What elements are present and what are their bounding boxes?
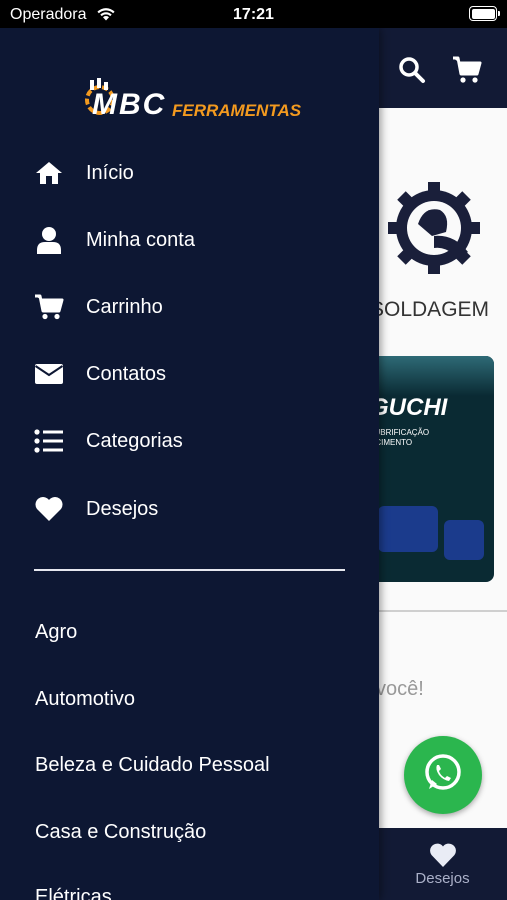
category-item-beleza[interactable]: Beleza e Cuidado Pessoal: [35, 754, 270, 777]
menu-item-label: Início: [86, 161, 134, 184]
menu-item-contatos[interactable]: Contatos: [0, 346, 379, 402]
menu-item-minha-conta[interactable]: Minha conta: [0, 212, 379, 268]
menu-divider: [34, 569, 345, 571]
category-item-casa-construcao[interactable]: Casa e Construção: [35, 821, 206, 844]
envelope-icon: [34, 359, 64, 389]
welding-gear-icon[interactable]: [384, 178, 484, 283]
search-icon[interactable]: [398, 56, 426, 89]
menu-item-label: Minha conta: [86, 228, 195, 251]
heart-icon: [34, 494, 64, 524]
banner-brand: GUCHI: [370, 394, 448, 421]
menu-item-desejos[interactable]: Desejos: [0, 481, 379, 537]
list-icon: [34, 426, 64, 456]
cart-icon: [34, 292, 64, 322]
bottom-tab-heart-icon[interactable]: [378, 842, 507, 873]
section-heading-partial: você!: [376, 678, 424, 700]
battery-icon: [469, 6, 500, 21]
whatsapp-button[interactable]: [404, 736, 482, 814]
product-machine-2: [444, 520, 484, 560]
content-divider: [378, 610, 507, 612]
menu-item-categorias[interactable]: Categorias: [0, 413, 379, 469]
user-icon: [34, 225, 64, 255]
status-bar: Operadora 17:21: [0, 0, 507, 28]
home-icon: [34, 158, 64, 188]
whatsapp-icon: [421, 751, 465, 800]
menu-item-carrinho[interactable]: Carrinho: [0, 279, 379, 335]
header-cart-icon[interactable]: [452, 56, 482, 89]
bottom-tab-desejos-label[interactable]: Desejos: [378, 870, 507, 887]
menu-item-inicio[interactable]: Início: [0, 145, 379, 201]
logo-mbc-text: MBC: [92, 88, 167, 121]
category-item-agro[interactable]: Agro: [35, 621, 77, 644]
menu-item-label: Desejos: [86, 497, 159, 520]
menu-item-label: Categorias: [86, 429, 183, 452]
category-item-automotivo[interactable]: Automotivo: [35, 688, 135, 711]
mbc-logo: MBC FERRAMENTAS: [80, 70, 302, 126]
menu-item-label: Carrinho: [86, 295, 163, 318]
category-soldagem-label[interactable]: SOLDAGEM: [370, 298, 489, 322]
logo-ferramentas-text: FERRAMENTAS: [172, 101, 302, 120]
clock: 17:21: [233, 6, 274, 23]
category-item-eletricas[interactable]: Elétricas: [35, 886, 112, 900]
bottom-tab-bar: Desejos: [378, 828, 507, 900]
menu-item-label: Contatos: [86, 362, 167, 385]
product-machine-1: [378, 506, 438, 552]
navigation-drawer: MBC FERRAMENTAS Início Minha conta Carri…: [0, 28, 379, 900]
